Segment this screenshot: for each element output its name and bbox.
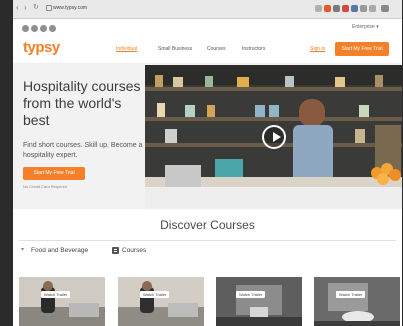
extension-icon[interactable] bbox=[351, 5, 358, 12]
facebook-icon[interactable] bbox=[22, 25, 29, 32]
extension-icon[interactable] bbox=[360, 5, 367, 12]
bartender-image bbox=[19, 277, 105, 326]
watch-trailer-button[interactable]: Watch Trailer bbox=[236, 291, 266, 298]
hero-title: Hospitality courses from the world's bes… bbox=[23, 78, 141, 128]
coffee-cup-image bbox=[314, 277, 400, 326]
typsy-logo[interactable]: typsy bbox=[23, 40, 60, 56]
nav-instructors[interactable]: Instructors bbox=[242, 46, 265, 52]
bartender-image bbox=[118, 277, 204, 326]
chevron-down-icon: ▾ bbox=[376, 24, 379, 30]
courses-icon bbox=[112, 247, 119, 254]
linkedin-icon[interactable] bbox=[49, 25, 56, 32]
nav-small-business[interactable]: Small Business bbox=[158, 46, 192, 52]
lock-icon bbox=[46, 5, 52, 11]
chevron-down-icon[interactable]: ▾ bbox=[21, 246, 24, 253]
extension-icon[interactable] bbox=[369, 5, 376, 12]
no-card-note: No Credit Card Required bbox=[23, 184, 68, 189]
hero-video[interactable] bbox=[145, 65, 402, 209]
enterprise-dropdown[interactable]: Enterprise ▾ bbox=[352, 24, 379, 30]
watch-trailer-button[interactable]: Watch Trailer bbox=[41, 291, 71, 298]
play-button[interactable] bbox=[262, 125, 286, 149]
watch-trailer-button[interactable]: Watch Trailer bbox=[140, 291, 170, 298]
extension-icon[interactable] bbox=[342, 5, 349, 12]
forward-icon[interactable]: › bbox=[24, 3, 27, 13]
course-thumbnail[interactable]: Watch Trailer bbox=[216, 277, 302, 326]
play-icon bbox=[273, 132, 281, 142]
hero-section: Hospitality courses from the world's bes… bbox=[13, 63, 402, 209]
nav-courses[interactable]: Courses bbox=[207, 46, 226, 52]
back-icon[interactable]: ‹ bbox=[16, 3, 19, 13]
reload-icon[interactable]: ↻ bbox=[33, 3, 39, 13]
browser-window: ‹ › ↻ www.typsy.com Enterprise ▾ typsy I… bbox=[13, 0, 402, 326]
instagram-icon[interactable] bbox=[40, 25, 47, 32]
sign-in-link[interactable]: Sign in bbox=[310, 46, 325, 52]
watch-trailer-button[interactable]: Watch Trailer bbox=[336, 291, 366, 298]
star-icon[interactable] bbox=[315, 5, 322, 12]
course-thumbnail[interactable]: Watch Trailer bbox=[19, 277, 105, 326]
hero-subtitle: Find short courses. Skill up. Become a h… bbox=[23, 142, 143, 159]
browser-toolbar: ‹ › ↻ www.typsy.com bbox=[13, 0, 402, 19]
extension-icon[interactable] bbox=[333, 5, 340, 12]
discover-title: Discover Courses bbox=[160, 218, 255, 232]
coffee-machine-image bbox=[216, 277, 302, 326]
address-bar[interactable]: www.typsy.com bbox=[53, 4, 87, 12]
category-dropdown[interactable]: Food and Beverage bbox=[31, 247, 88, 254]
nav-individual[interactable]: Individual bbox=[116, 46, 137, 52]
course-thumbnail[interactable]: Watch Trailer bbox=[314, 277, 400, 326]
course-thumbnail[interactable]: Watch Trailer bbox=[118, 277, 204, 326]
courses-tab[interactable]: Courses bbox=[122, 247, 146, 254]
extension-icon[interactable] bbox=[324, 5, 331, 12]
menu-icon[interactable] bbox=[381, 5, 389, 12]
divider bbox=[19, 240, 396, 241]
twitter-icon[interactable] bbox=[31, 25, 38, 32]
start-free-trial-button[interactable]: Start My Free Trial bbox=[335, 42, 389, 56]
hero-trial-button[interactable]: Start My Free Trial bbox=[23, 167, 85, 180]
